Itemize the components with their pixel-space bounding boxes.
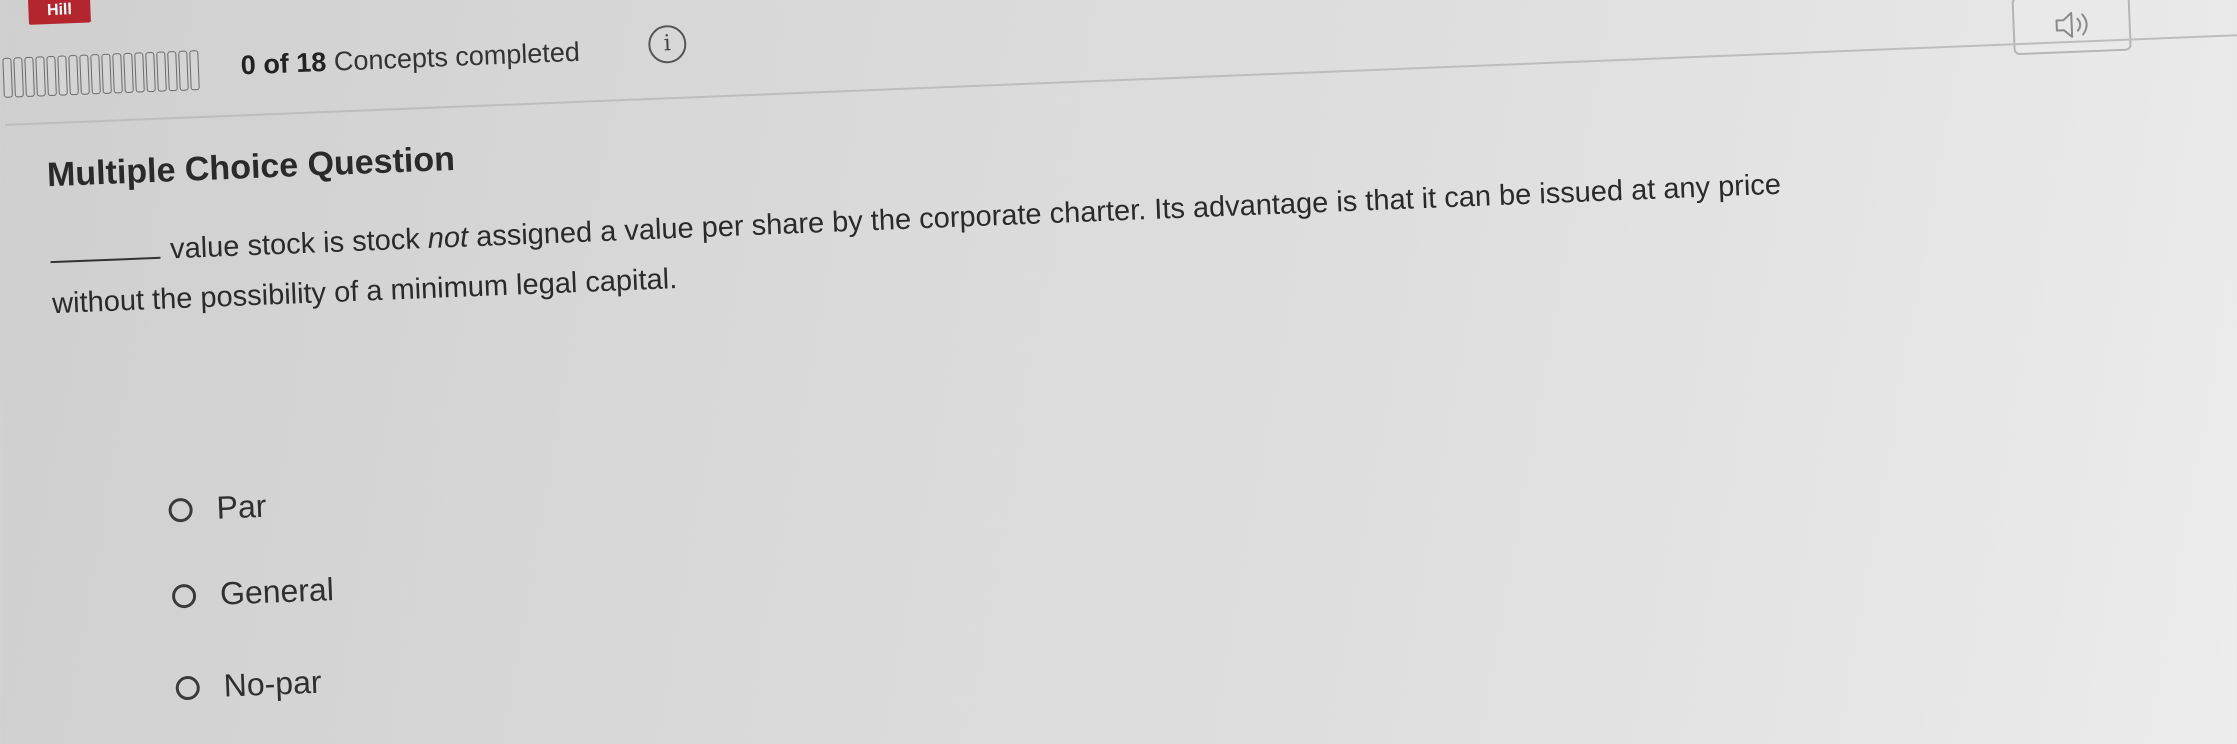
progress-segment — [112, 53, 123, 94]
option-par[interactable]: Par — [168, 488, 267, 529]
progress-suffix: Concepts completed — [333, 36, 581, 77]
radio-button[interactable] — [168, 497, 194, 523]
progress-of-word: of — [262, 48, 290, 80]
progress-label: 0 of 18 Concepts completed — [240, 37, 580, 82]
option-label: Par — [215, 487, 268, 526]
progress-segment — [68, 54, 79, 96]
option-label: General — [219, 571, 335, 612]
page: Hill 0 of 18 Concepts completed i Multip… — [0, 0, 2237, 743]
progress-segment — [35, 56, 46, 97]
question-text-line2: without the possibility of a minimum leg… — [51, 263, 678, 321]
radio-button[interactable] — [175, 675, 201, 700]
progress-total-count: 18 — [295, 46, 327, 79]
progress-completed-count: 0 — [240, 49, 257, 81]
question-heading: Multiple Choice Question — [46, 139, 456, 195]
option-no-par[interactable]: No-par — [175, 664, 322, 707]
progress-segment — [46, 55, 57, 97]
progress-segment — [145, 51, 156, 93]
progress-segment — [189, 50, 200, 91]
speaker-icon — [2055, 11, 2088, 38]
question-text-emphasis: not — [427, 221, 469, 256]
progress-segment — [24, 56, 35, 98]
progress-segment — [13, 57, 24, 98]
radio-button[interactable] — [171, 583, 197, 609]
progress-segment — [79, 54, 90, 95]
progress-segment — [101, 53, 112, 94]
question-text-part1: value stock is stock — [169, 223, 429, 266]
info-icon[interactable]: i — [647, 24, 688, 65]
progress-segment — [134, 52, 145, 93]
progress-segment — [57, 55, 68, 96]
read-aloud-button[interactable] — [2011, 0, 2132, 56]
question-text-part2: assigned a value per share by the corpor… — [467, 168, 1782, 254]
option-label: No-par — [222, 663, 323, 704]
brand-logo: Hill — [27, 0, 91, 25]
progress-segment — [90, 54, 101, 95]
progress-segment — [178, 50, 189, 91]
option-general[interactable]: General — [171, 571, 334, 614]
progress-segment — [167, 50, 178, 92]
progress-segment — [123, 52, 134, 94]
answer-blank — [50, 256, 161, 264]
concept-progress-bar — [2, 49, 218, 98]
progress-segment — [2, 57, 13, 98]
progress-segment — [156, 51, 167, 92]
